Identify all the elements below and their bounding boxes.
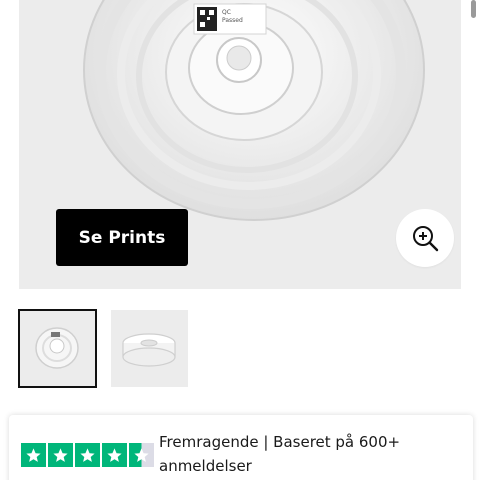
thumbnail-side-image	[122, 333, 176, 367]
scrollbar[interactable]	[471, 0, 476, 18]
thumbnail-spool-front[interactable]	[18, 309, 97, 388]
star-icon	[75, 443, 100, 467]
trustpilot-review-card[interactable]: Fremragende | Baseret på 600+ anmeldelse…	[9, 415, 473, 480]
rating-stars	[21, 443, 154, 467]
review-summary-text: Fremragende | Baseret på 600+ anmeldelse…	[159, 433, 401, 475]
label-qc-text: QC	[222, 9, 231, 16]
star-icon	[21, 443, 46, 467]
zoom-button[interactable]	[396, 209, 454, 267]
half-star-icon	[129, 443, 154, 467]
star-icon	[48, 443, 73, 467]
see-prints-button[interactable]: Se Prints	[56, 209, 188, 266]
thumbnail-spool-side[interactable]	[111, 310, 188, 387]
product-image-main[interactable]: QC Passed Se Prints	[19, 0, 461, 289]
zoom-in-icon	[413, 226, 439, 252]
label-passed-text: Passed	[222, 17, 243, 24]
star-icon	[102, 443, 127, 467]
thumbnail-front-image	[35, 327, 79, 369]
